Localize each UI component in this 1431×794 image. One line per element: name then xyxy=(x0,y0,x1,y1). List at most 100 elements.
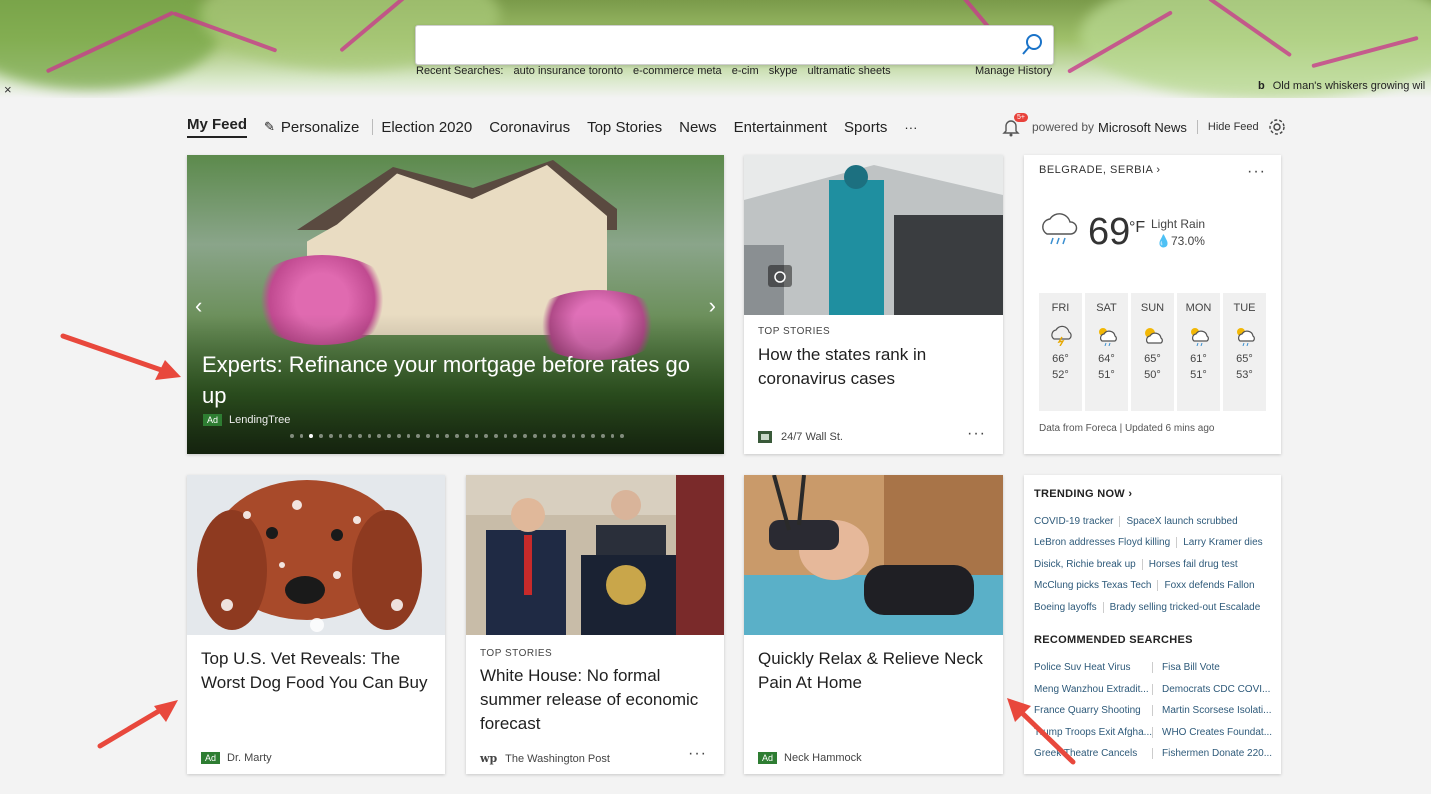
carousel-dot[interactable] xyxy=(513,434,518,438)
carousel-dot[interactable] xyxy=(299,434,304,438)
tab-election-2020[interactable]: Election 2020 xyxy=(381,119,472,136)
carousel-dot[interactable] xyxy=(367,434,372,438)
carousel-dot[interactable] xyxy=(464,434,469,438)
gear-icon[interactable] xyxy=(1267,117,1287,137)
recent-search-item[interactable]: skype xyxy=(769,65,798,77)
news-card-white-house[interactable]: TOP STORIES White House: No formal summe… xyxy=(466,475,724,774)
recent-search-item[interactable]: e-commerce meta xyxy=(633,65,722,77)
temperature-unit[interactable]: °F xyxy=(1129,219,1145,237)
carousel-prev-icon[interactable]: ‹ xyxy=(195,293,202,319)
manage-history-link[interactable]: Manage History xyxy=(975,65,1052,77)
hide-feed-button[interactable]: Hide Feed xyxy=(1208,121,1259,133)
weather-footer[interactable]: Data from Foreca | Updated 6 mins ago xyxy=(1039,423,1214,434)
carousel-dot[interactable] xyxy=(552,434,557,438)
image-caption[interactable]: b Old man's whiskers growing wil xyxy=(1258,80,1425,92)
forecast-day[interactable]: SUN 65° 50° xyxy=(1131,293,1174,411)
carousel-dot[interactable] xyxy=(562,434,566,438)
tab-my-feed[interactable]: My Feed xyxy=(187,116,248,138)
recommended-link[interactable]: Police Suv Heat Virus xyxy=(1034,662,1152,673)
close-icon[interactable]: × xyxy=(4,82,12,97)
forecast-day[interactable]: SAT 64° 51° xyxy=(1085,293,1128,411)
trending-link[interactable]: Disick, Richie break up xyxy=(1034,559,1136,570)
trending-link[interactable]: Boeing layoffs xyxy=(1034,602,1097,613)
trending-link[interactable]: Brady selling tricked-out Escalade xyxy=(1110,602,1261,613)
recommended-link[interactable]: WHO Creates Foundat... xyxy=(1152,727,1274,738)
trending-link[interactable]: Larry Kramer dies xyxy=(1183,537,1262,548)
carousel-dot[interactable] xyxy=(387,434,391,438)
more-tabs-button[interactable]: ··· xyxy=(904,120,917,135)
forecast-day[interactable]: TUE 65° 53° xyxy=(1223,293,1266,411)
tab-sports[interactable]: Sports xyxy=(844,119,887,136)
carousel-dot[interactable] xyxy=(338,434,343,438)
tab-news[interactable]: News xyxy=(679,119,717,136)
more-options-button[interactable]: ··· xyxy=(1247,163,1266,181)
carousel-dot[interactable] xyxy=(406,434,411,438)
card-title[interactable]: How the states rank in coronavirus cases xyxy=(758,343,988,391)
hero-ad-card[interactable]: ‹ › Experts: Refinance your mortgage bef… xyxy=(187,155,724,454)
card-title[interactable]: White House: No formal summer release of… xyxy=(480,664,705,736)
recommended-link[interactable]: Democrats CDC COVI... xyxy=(1152,684,1274,695)
carousel-dot[interactable] xyxy=(435,434,440,438)
weather-location[interactable]: BELGRADE, SERBIA › xyxy=(1039,164,1161,176)
card-title[interactable]: Quickly Relax & Relieve Neck Pain At Hom… xyxy=(758,647,993,695)
carousel-dot[interactable] xyxy=(600,434,605,438)
carousel-dot[interactable] xyxy=(289,434,294,438)
recent-search-item[interactable]: ultramatic sheets xyxy=(808,65,891,77)
more-options-button[interactable]: ··· xyxy=(688,745,707,763)
carousel-dot[interactable] xyxy=(445,434,450,438)
recommended-link[interactable]: Martin Scorsese Isolati... xyxy=(1152,705,1274,716)
carousel-dot[interactable] xyxy=(377,434,382,438)
news-card-covid[interactable]: TOP STORIES How the states rank in coron… xyxy=(744,155,1003,454)
search-icon[interactable] xyxy=(1019,32,1045,58)
ad-card-dog-food[interactable]: Top U.S. Vet Reveals: The Worst Dog Food… xyxy=(187,475,445,774)
carousel-dot[interactable] xyxy=(328,434,333,438)
tab-entertainment[interactable]: Entertainment xyxy=(734,119,827,136)
carousel-dot[interactable] xyxy=(581,434,586,438)
tab-coronavirus[interactable]: Coronavirus xyxy=(489,119,570,136)
carousel-dot[interactable] xyxy=(532,434,537,438)
tab-top-stories[interactable]: Top Stories xyxy=(587,119,662,136)
more-options-button[interactable]: ··· xyxy=(967,425,986,443)
carousel-dot[interactable] xyxy=(494,434,498,438)
personalize-button[interactable]: Personalize xyxy=(281,119,359,136)
carousel-dot[interactable] xyxy=(571,434,576,438)
notification-bell-icon[interactable]: 5+ xyxy=(1000,113,1028,138)
carousel-dot[interactable] xyxy=(309,434,314,438)
trending-link[interactable]: McClung picks Texas Tech xyxy=(1034,580,1151,591)
forecast-day[interactable]: FRI 66° 52° xyxy=(1039,293,1082,411)
carousel-dot[interactable] xyxy=(396,434,401,438)
carousel-dot[interactable] xyxy=(542,434,547,438)
recent-search-item[interactable]: auto insurance toronto xyxy=(514,65,623,77)
ad-card-neck-hammock[interactable]: Quickly Relax & Relieve Neck Pain At Hom… xyxy=(744,475,1003,774)
carousel-dot[interactable] xyxy=(319,434,323,438)
hero-headline[interactable]: Experts: Refinance your mortgage before … xyxy=(202,349,717,411)
carousel-dot[interactable] xyxy=(348,434,352,438)
carousel-dot[interactable] xyxy=(484,434,489,438)
trending-link[interactable]: LeBron addresses Floyd killing xyxy=(1034,537,1170,548)
search-input[interactable] xyxy=(424,26,1018,64)
carousel-dot[interactable] xyxy=(591,434,595,438)
carousel-next-icon[interactable]: › xyxy=(709,293,716,319)
microsoft-news-link[interactable]: Microsoft News xyxy=(1098,120,1187,135)
carousel-dot[interactable] xyxy=(455,434,459,438)
recent-search-item[interactable]: e-cim xyxy=(732,65,759,77)
carousel-dot[interactable] xyxy=(610,434,615,438)
carousel-dot[interactable] xyxy=(416,434,420,438)
carousel-dot[interactable] xyxy=(503,434,508,438)
carousel-dot[interactable] xyxy=(523,434,527,438)
trending-link[interactable]: COVID-19 tracker xyxy=(1034,516,1113,527)
carousel-dot[interactable] xyxy=(620,434,625,438)
trending-link[interactable]: Horses fail drug test xyxy=(1149,559,1238,570)
trending-link[interactable]: Foxx defends Fallon xyxy=(1164,580,1254,591)
carousel-dots[interactable] xyxy=(287,434,627,438)
weather-card[interactable]: BELGRADE, SERBIA › ··· 69 °F Light Rain … xyxy=(1024,155,1281,454)
carousel-dot[interactable] xyxy=(425,434,430,438)
trending-link[interactable]: SpaceX launch scrubbed xyxy=(1126,516,1237,527)
forecast-day[interactable]: MON 61° 51° xyxy=(1177,293,1220,411)
carousel-dot[interactable] xyxy=(474,434,479,438)
trending-now-heading[interactable]: TRENDING NOW › xyxy=(1034,488,1132,500)
carousel-dot[interactable] xyxy=(357,434,362,438)
recommended-link[interactable]: Fisa Bill Vote xyxy=(1152,662,1274,673)
card-title[interactable]: Top U.S. Vet Reveals: The Worst Dog Food… xyxy=(201,647,436,695)
recommended-link[interactable]: Fishermen Donate 220... xyxy=(1152,748,1274,759)
